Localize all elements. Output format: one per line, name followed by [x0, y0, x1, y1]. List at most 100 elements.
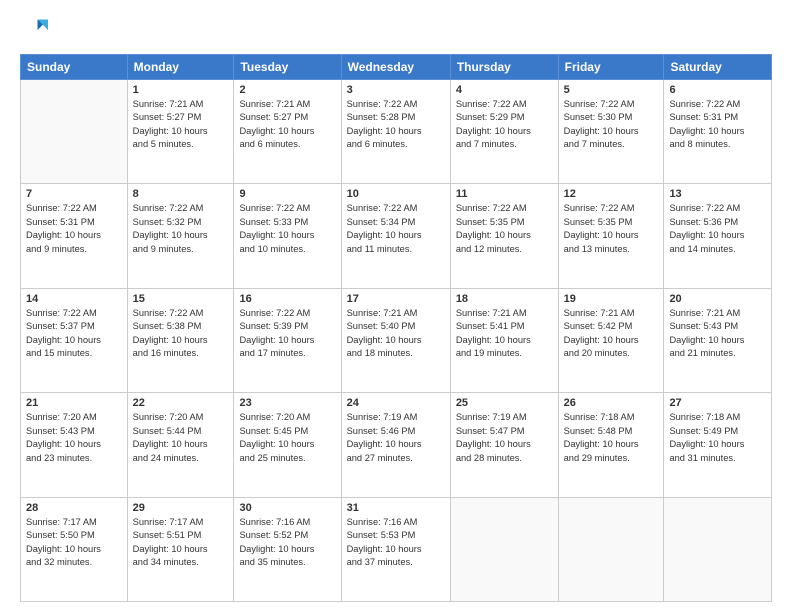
calendar-cell: 8Sunrise: 7:22 AMSunset: 5:32 PMDaylight…: [127, 184, 234, 288]
day-info: Sunrise: 7:22 AMSunset: 5:36 PMDaylight:…: [669, 202, 766, 256]
day-number: 6: [669, 84, 766, 96]
calendar-cell: 25 Sunrise: 7:19 AMSunset: 5:47 PMDayligh…: [450, 393, 558, 497]
day-number: 9: [239, 188, 335, 200]
day-number: 30: [239, 502, 335, 514]
calendar-page: SundayMondayTuesdayWednesdayThursdayFrid…: [0, 0, 792, 612]
calendar-cell: 4 Sunrise: 7:22 AMSunset: 5:29 PMDaylight…: [450, 80, 558, 184]
day-info: Sunrise: 7:22 AMSunset: 5:28 PMDaylight:…: [347, 98, 445, 152]
day-number: 7: [26, 188, 122, 200]
day-number: 24: [347, 397, 445, 409]
calendar-cell: 13 Sunrise: 7:22 AMSunset: 5:36 PMDayligh…: [664, 184, 772, 288]
day-info: Sunrise: 7:21 AMSunset: 5:27 PMDaylight:…: [239, 98, 335, 152]
day-info: Sunrise: 7:22 AMSunset: 5:31 PMDaylight:…: [669, 98, 766, 152]
day-number: 1: [133, 84, 229, 96]
week-row-2: 7 Sunrise: 7:22 AMSunset: 5:31 PMDaylight…: [21, 184, 772, 288]
day-number: 2: [239, 84, 335, 96]
day-info: Sunrise: 7:22 AMSunset: 5:38 PMDaylight:…: [133, 307, 229, 361]
day-number: 11: [456, 188, 553, 200]
day-info: Sunrise: 7:16 AMSunset: 5:52 PMDaylight:…: [239, 516, 335, 570]
calendar-cell: 21 Sunrise: 7:20 AMSunset: 5:43 PMDayligh…: [21, 393, 128, 497]
day-info: Sunrise: 7:21 AMSunset: 5:42 PMDaylight:…: [564, 307, 659, 361]
week-row-3: 14 Sunrise: 7:22 AMSunset: 5:37 PMDayligh…: [21, 288, 772, 392]
day-number: 5: [564, 84, 659, 96]
day-info: Sunrise: 7:22 AMSunset: 5:30 PMDaylight:…: [564, 98, 659, 152]
week-row-4: 21 Sunrise: 7:20 AMSunset: 5:43 PMDayligh…: [21, 393, 772, 497]
calendar-cell: [450, 497, 558, 601]
calendar-cell: 23 Sunrise: 7:20 AMSunset: 5:45 PMDayligh…: [234, 393, 341, 497]
day-info: Sunrise: 7:22 AMSunset: 5:33 PMDaylight:…: [239, 202, 335, 256]
day-info: Sunrise: 7:20 AMSunset: 5:45 PMDaylight:…: [239, 411, 335, 465]
header-row: SundayMondayTuesdayWednesdayThursdayFrid…: [21, 55, 772, 80]
day-number: 4: [456, 84, 553, 96]
calendar-cell: 12 Sunrise: 7:22 AMSunset: 5:35 PMDayligh…: [558, 184, 664, 288]
calendar-cell: 18Sunrise: 7:21 AMSunset: 5:41 PMDayligh…: [450, 288, 558, 392]
day-info: Sunrise: 7:18 AMSunset: 5:48 PMDaylight:…: [564, 411, 659, 465]
day-info: Sunrise: 7:22 AMSunset: 5:39 PMDaylight:…: [239, 307, 335, 361]
week-row-5: 28Sunrise: 7:17 AMSunset: 5:50 PMDayligh…: [21, 497, 772, 601]
calendar-cell: 6 Sunrise: 7:22 AMSunset: 5:31 PMDaylight…: [664, 80, 772, 184]
calendar-cell: 1 Sunrise: 7:21 AMSunset: 5:27 PMDaylight…: [127, 80, 234, 184]
col-header-saturday: Saturday: [664, 55, 772, 80]
day-info: Sunrise: 7:16 AMSunset: 5:53 PMDaylight:…: [347, 516, 445, 570]
calendar-cell: 14 Sunrise: 7:22 AMSunset: 5:37 PMDayligh…: [21, 288, 128, 392]
calendar-cell: 11 Sunrise: 7:22 AMSunset: 5:35 PMDayligh…: [450, 184, 558, 288]
calendar-cell: 26 Sunrise: 7:18 AMSunset: 5:48 PMDayligh…: [558, 393, 664, 497]
day-info: Sunrise: 7:20 AMSunset: 5:43 PMDaylight:…: [26, 411, 122, 465]
day-number: 22: [133, 397, 229, 409]
calendar-cell: [558, 497, 664, 601]
calendar-cell: 20 Sunrise: 7:21 AMSunset: 5:43 PMDayligh…: [664, 288, 772, 392]
day-number: 26: [564, 397, 659, 409]
day-info: Sunrise: 7:22 AMSunset: 5:29 PMDaylight:…: [456, 98, 553, 152]
col-header-monday: Monday: [127, 55, 234, 80]
col-header-wednesday: Wednesday: [341, 55, 450, 80]
calendar-cell: 29Sunrise: 7:17 AMSunset: 5:51 PMDayligh…: [127, 497, 234, 601]
day-info: Sunrise: 7:21 AMSunset: 5:43 PMDaylight:…: [669, 307, 766, 361]
day-info: Sunrise: 7:22 AMSunset: 5:32 PMDaylight:…: [133, 202, 229, 256]
day-number: 10: [347, 188, 445, 200]
day-info: Sunrise: 7:17 AMSunset: 5:50 PMDaylight:…: [26, 516, 122, 570]
day-number: 21: [26, 397, 122, 409]
day-number: 19: [564, 293, 659, 305]
day-info: Sunrise: 7:22 AMSunset: 5:31 PMDaylight:…: [26, 202, 122, 256]
calendar-cell: 19 Sunrise: 7:21 AMSunset: 5:42 PMDayligh…: [558, 288, 664, 392]
col-header-friday: Friday: [558, 55, 664, 80]
calendar-cell: 30 Sunrise: 7:16 AMSunset: 5:52 PMDayligh…: [234, 497, 341, 601]
calendar-table: SundayMondayTuesdayWednesdayThursdayFrid…: [20, 54, 772, 602]
calendar-cell: 16 Sunrise: 7:22 AMSunset: 5:39 PMDayligh…: [234, 288, 341, 392]
calendar-cell: 28Sunrise: 7:17 AMSunset: 5:50 PMDayligh…: [21, 497, 128, 601]
day-info: Sunrise: 7:22 AMSunset: 5:37 PMDaylight:…: [26, 307, 122, 361]
week-row-1: 1 Sunrise: 7:21 AMSunset: 5:27 PMDaylight…: [21, 80, 772, 184]
day-info: Sunrise: 7:19 AMSunset: 5:46 PMDaylight:…: [347, 411, 445, 465]
day-number: 13: [669, 188, 766, 200]
day-number: 18: [456, 293, 553, 305]
day-number: 17: [347, 293, 445, 305]
day-number: 15: [133, 293, 229, 305]
day-number: 27: [669, 397, 766, 409]
day-number: 25: [456, 397, 553, 409]
day-number: 23: [239, 397, 335, 409]
day-info: Sunrise: 7:19 AMSunset: 5:47 PMDaylight:…: [456, 411, 553, 465]
calendar-cell: 2 Sunrise: 7:21 AMSunset: 5:27 PMDaylight…: [234, 80, 341, 184]
calendar-cell: 7 Sunrise: 7:22 AMSunset: 5:31 PMDaylight…: [21, 184, 128, 288]
calendar-cell: 10Sunrise: 7:22 AMSunset: 5:34 PMDayligh…: [341, 184, 450, 288]
logo-icon: [20, 16, 48, 44]
day-number: 16: [239, 293, 335, 305]
day-number: 20: [669, 293, 766, 305]
calendar-cell: 22 Sunrise: 7:20 AMSunset: 5:44 PMDayligh…: [127, 393, 234, 497]
calendar-cell: [21, 80, 128, 184]
calendar-cell: 17Sunrise: 7:21 AMSunset: 5:40 PMDayligh…: [341, 288, 450, 392]
day-number: 31: [347, 502, 445, 514]
calendar-cell: 5 Sunrise: 7:22 AMSunset: 5:30 PMDaylight…: [558, 80, 664, 184]
col-header-sunday: Sunday: [21, 55, 128, 80]
calendar-cell: 9 Sunrise: 7:22 AMSunset: 5:33 PMDaylight…: [234, 184, 341, 288]
day-number: 14: [26, 293, 122, 305]
header: [20, 16, 772, 44]
day-info: Sunrise: 7:22 AMSunset: 5:35 PMDaylight:…: [564, 202, 659, 256]
day-info: Sunrise: 7:22 AMSunset: 5:35 PMDaylight:…: [456, 202, 553, 256]
calendar-cell: 27Sunrise: 7:18 AMSunset: 5:49 PMDayligh…: [664, 393, 772, 497]
day-info: Sunrise: 7:20 AMSunset: 5:44 PMDaylight:…: [133, 411, 229, 465]
col-header-thursday: Thursday: [450, 55, 558, 80]
calendar-cell: [664, 497, 772, 601]
day-info: Sunrise: 7:21 AMSunset: 5:27 PMDaylight:…: [133, 98, 229, 152]
day-number: 12: [564, 188, 659, 200]
